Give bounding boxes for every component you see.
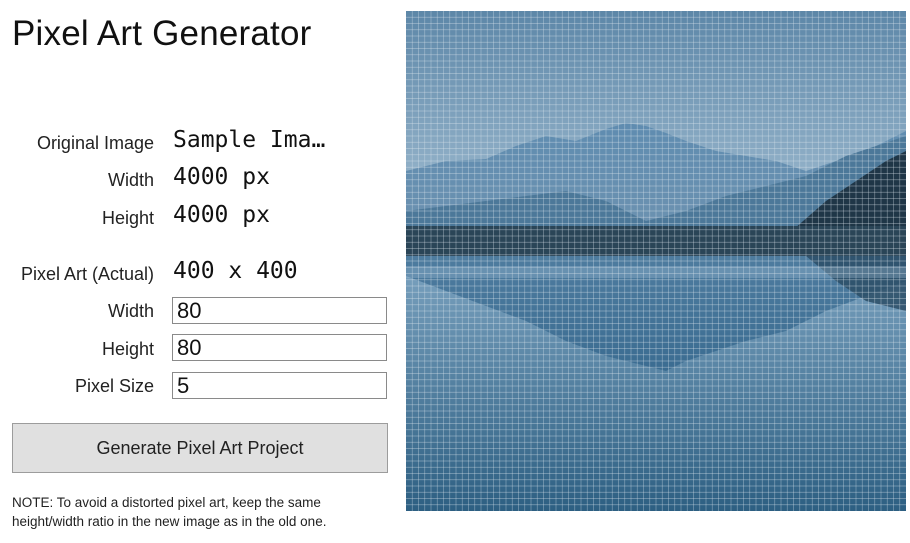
app-title: Pixel Art Generator [12,14,312,53]
ratio-note: NOTE: To avoid a distorted pixel art, ke… [12,495,327,529]
pixel-size-input[interactable] [172,372,387,399]
pixel-art-width-label: Width [107,301,154,321]
pixel-art-width-input[interactable] [172,297,387,324]
generate-pixel-art-button[interactable]: Generate Pixel Art Project [12,423,388,473]
pixel-art-preview [406,11,906,511]
pixel-grid [406,11,906,511]
original-height-value: 4000 px [173,202,270,228]
pixel-art-height-label: Height [101,339,154,359]
pixel-art-image [406,11,906,511]
pixel-art-actual-label: Pixel Art (Actual) [20,264,154,284]
original-width-label: Width [107,170,154,190]
original-image-label: Original Image [36,133,154,153]
original-image-value: Sample Ima… [173,127,326,153]
original-height-label: Height [101,208,154,228]
pixel-art-actual-value: 400 x 400 [173,258,298,284]
pixel-art-height-input[interactable] [172,334,387,361]
original-width-value: 4000 px [173,164,270,190]
pixel-size-label: Pixel Size [74,376,154,396]
